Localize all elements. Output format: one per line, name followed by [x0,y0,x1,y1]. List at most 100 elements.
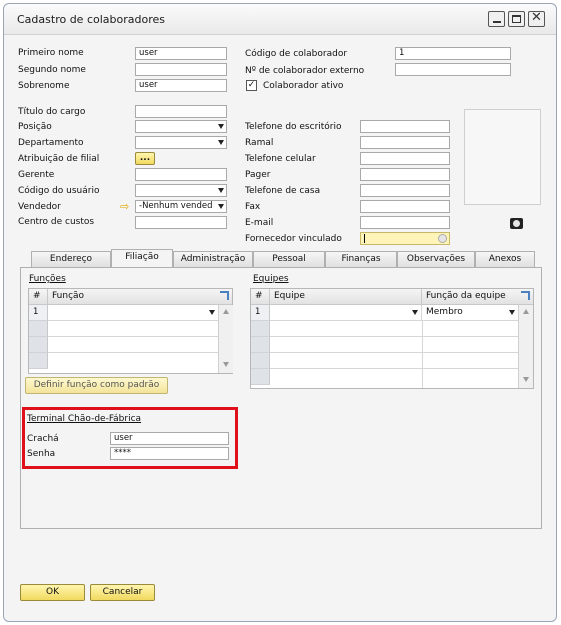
row-number [251,353,270,369]
linked-vendor-field[interactable] [360,232,450,245]
scroll-down-icon[interactable] [523,377,529,382]
row-number [251,321,270,337]
employee-code-field[interactable]: 1 [395,47,511,60]
team-dropdown[interactable] [270,305,422,321]
window-title: Cadastro de colaboradores [17,13,165,26]
functions-table[interactable]: # Função 1 [28,288,233,374]
password-field[interactable]: **** [110,447,229,460]
tab-administration[interactable]: Administração [173,251,253,267]
row-number [29,353,48,369]
user-code-dropdown[interactable] [135,184,227,197]
job-title-label: Título do cargo [18,107,86,117]
scroll-down-icon[interactable] [223,362,229,367]
tab-affiliation[interactable]: Filiação [111,249,173,268]
chevron-down-icon [218,140,224,145]
scroll-up-icon[interactable] [523,309,529,314]
middle-name-field[interactable] [135,63,227,76]
password-label: Senha [27,449,56,459]
badge-field[interactable]: user [110,432,229,445]
column-header-function[interactable]: Função [48,289,218,305]
function-dropdown[interactable] [48,305,218,321]
linked-vendor-label: Fornecedor vinculado [245,234,342,244]
first-name-field[interactable]: user [135,47,227,60]
column-header-team[interactable]: Equipe [270,289,422,305]
office-phone-field[interactable] [360,120,450,133]
tab-personal[interactable]: Pessoal [253,251,325,267]
minimize-button[interactable] [488,11,505,27]
tab-remarks[interactable]: Observações [397,251,475,267]
office-phone-label: Telefone do escritório [245,122,342,132]
active-employee-label: Colaborador ativo [263,81,344,91]
department-dropdown[interactable] [135,136,227,149]
functions-section-title: Funções [29,274,66,284]
maximize-icon [512,15,521,23]
teams-table[interactable]: # Equipe Função da equipe 1 Membro [250,288,534,389]
position-dropdown[interactable] [135,120,227,133]
teams-section-title: Equipes [253,274,289,284]
mobile-phone-label: Telefone celular [245,154,316,164]
department-label: Departamento [18,138,84,148]
email-field[interactable] [360,216,450,229]
scroll-up-icon[interactable] [223,309,229,314]
functions-scrollbar[interactable] [218,305,233,373]
job-title-field[interactable] [135,105,227,118]
set-default-function-button[interactable]: Definir função como padrão [25,377,168,394]
tab-label: Administração [180,254,246,264]
last-name-field[interactable]: user [135,79,227,92]
link-arrow-icon[interactable]: ⇨ [120,200,129,213]
table-settings-icon[interactable] [518,289,533,305]
first-name-label: Primeiro nome [18,48,84,58]
team-role-dropdown[interactable]: Membro [422,305,518,321]
home-phone-field[interactable] [360,184,450,197]
chevron-down-icon [218,188,224,193]
minimize-icon [493,21,501,23]
active-employee-checkbox[interactable]: ✓ [246,80,257,91]
cost-center-field[interactable] [135,216,227,229]
tab-address[interactable]: Endereço [31,251,111,267]
manager-field[interactable] [135,168,227,181]
tab-label: Pessoal [272,254,306,264]
external-number-field[interactable] [395,63,511,76]
fax-field[interactable] [360,200,450,213]
column-header-team-role[interactable]: Função da equipe [422,289,518,305]
fax-label: Fax [245,202,261,212]
tab-finances[interactable]: Finanças [325,251,397,267]
salesperson-dropdown[interactable]: -Nenhum vended [135,200,227,213]
tab-label: Filiação [125,252,159,262]
close-button[interactable]: ✕ [528,10,545,27]
row-number: 1 [251,305,270,321]
chevron-down-icon [412,310,418,315]
list-icon[interactable] [438,234,447,243]
manager-label: Gerente [18,170,55,180]
maximize-button[interactable] [508,11,525,27]
column-header-number: # [251,289,270,305]
shop-floor-title: Terminal Chão-de-Fábrica [27,414,142,424]
badge-label: Crachá [27,434,59,444]
email-label: E-mail [245,218,274,228]
cost-center-label: Centro de custos [18,217,95,227]
tab-attachments[interactable]: Anexos [475,251,535,267]
table-settings-icon[interactable] [218,289,232,305]
teams-scrollbar[interactable] [518,305,533,388]
mobile-phone-field[interactable] [360,152,450,165]
employee-code-label: Código de colaborador [245,49,348,59]
row-number [29,321,48,337]
pager-field[interactable] [360,168,450,181]
camera-icon[interactable] [510,218,523,229]
tab-label: Observações [406,254,466,264]
pager-label: Pager [245,170,271,180]
cursor-caret [364,234,365,243]
row-number [251,337,270,353]
row-number: 1 [29,305,48,321]
ok-button[interactable]: OK [20,584,85,601]
row-number [251,369,270,385]
salesperson-value: -Nenhum vended [139,201,213,211]
branch-assignment-button[interactable]: ... [135,152,155,165]
extension-field[interactable] [360,136,450,149]
chevron-down-icon [209,310,215,315]
external-number-label: Nº de colaborador externo [245,66,365,76]
cancel-button[interactable]: Cancelar [90,584,155,601]
photo-frame[interactable] [464,109,541,205]
title-bar: Cadastro de colaboradores ✕ [4,4,556,35]
user-code-label: Código do usuário [18,186,100,196]
